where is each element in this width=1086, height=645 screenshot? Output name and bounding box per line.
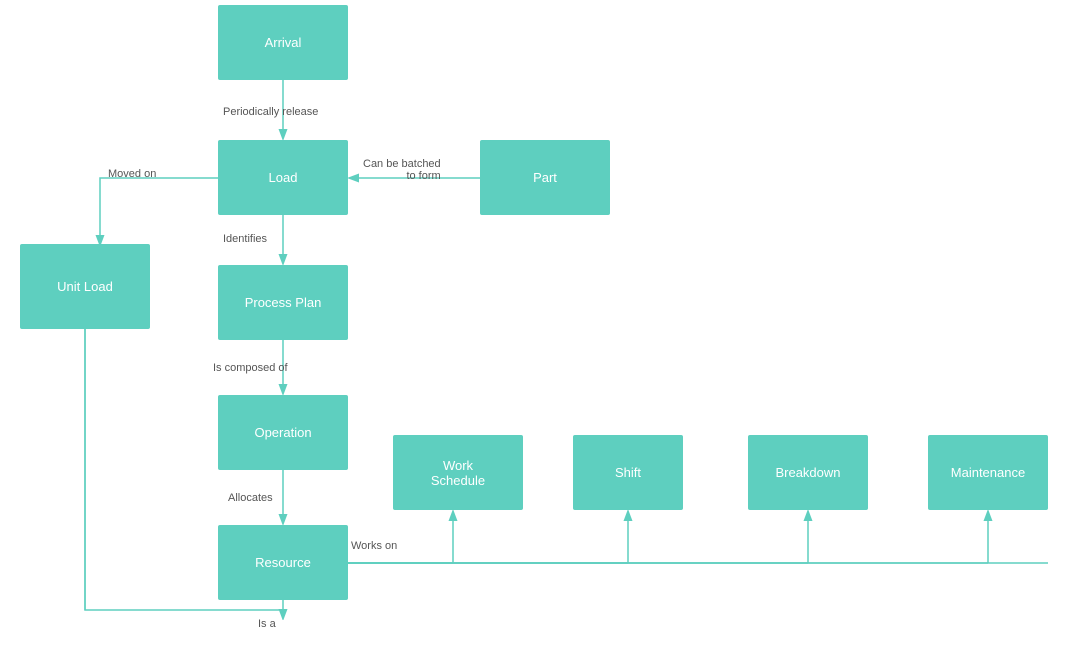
label-allocates: Allocates xyxy=(228,492,273,504)
node-unitload: Unit Load xyxy=(20,244,150,329)
node-arrival: Arrival xyxy=(218,5,348,80)
diagram: Arrival Load Part Unit Load Process Plan… xyxy=(0,0,1086,645)
node-shift: Shift xyxy=(573,435,683,510)
label-is-composed-of: Is composed of xyxy=(213,362,288,374)
node-operation: Operation xyxy=(218,395,348,470)
label-is-a: Is a xyxy=(258,618,276,630)
label-moved-on: Moved on xyxy=(108,168,156,180)
label-can-be-batched: Can be batched to form xyxy=(363,158,441,182)
label-identifies: Identifies xyxy=(223,233,267,245)
node-load: Load xyxy=(218,140,348,215)
label-works-on: Works on xyxy=(351,540,397,552)
node-workschedule: Work Schedule xyxy=(393,435,523,510)
node-maintenance: Maintenance xyxy=(928,435,1048,510)
node-resource: Resource xyxy=(218,525,348,600)
is-a-arrow xyxy=(275,600,295,620)
node-breakdown: Breakdown xyxy=(748,435,868,510)
label-periodically-release: Periodically release xyxy=(223,106,318,118)
node-processplan: Process Plan xyxy=(218,265,348,340)
node-part: Part xyxy=(480,140,610,215)
